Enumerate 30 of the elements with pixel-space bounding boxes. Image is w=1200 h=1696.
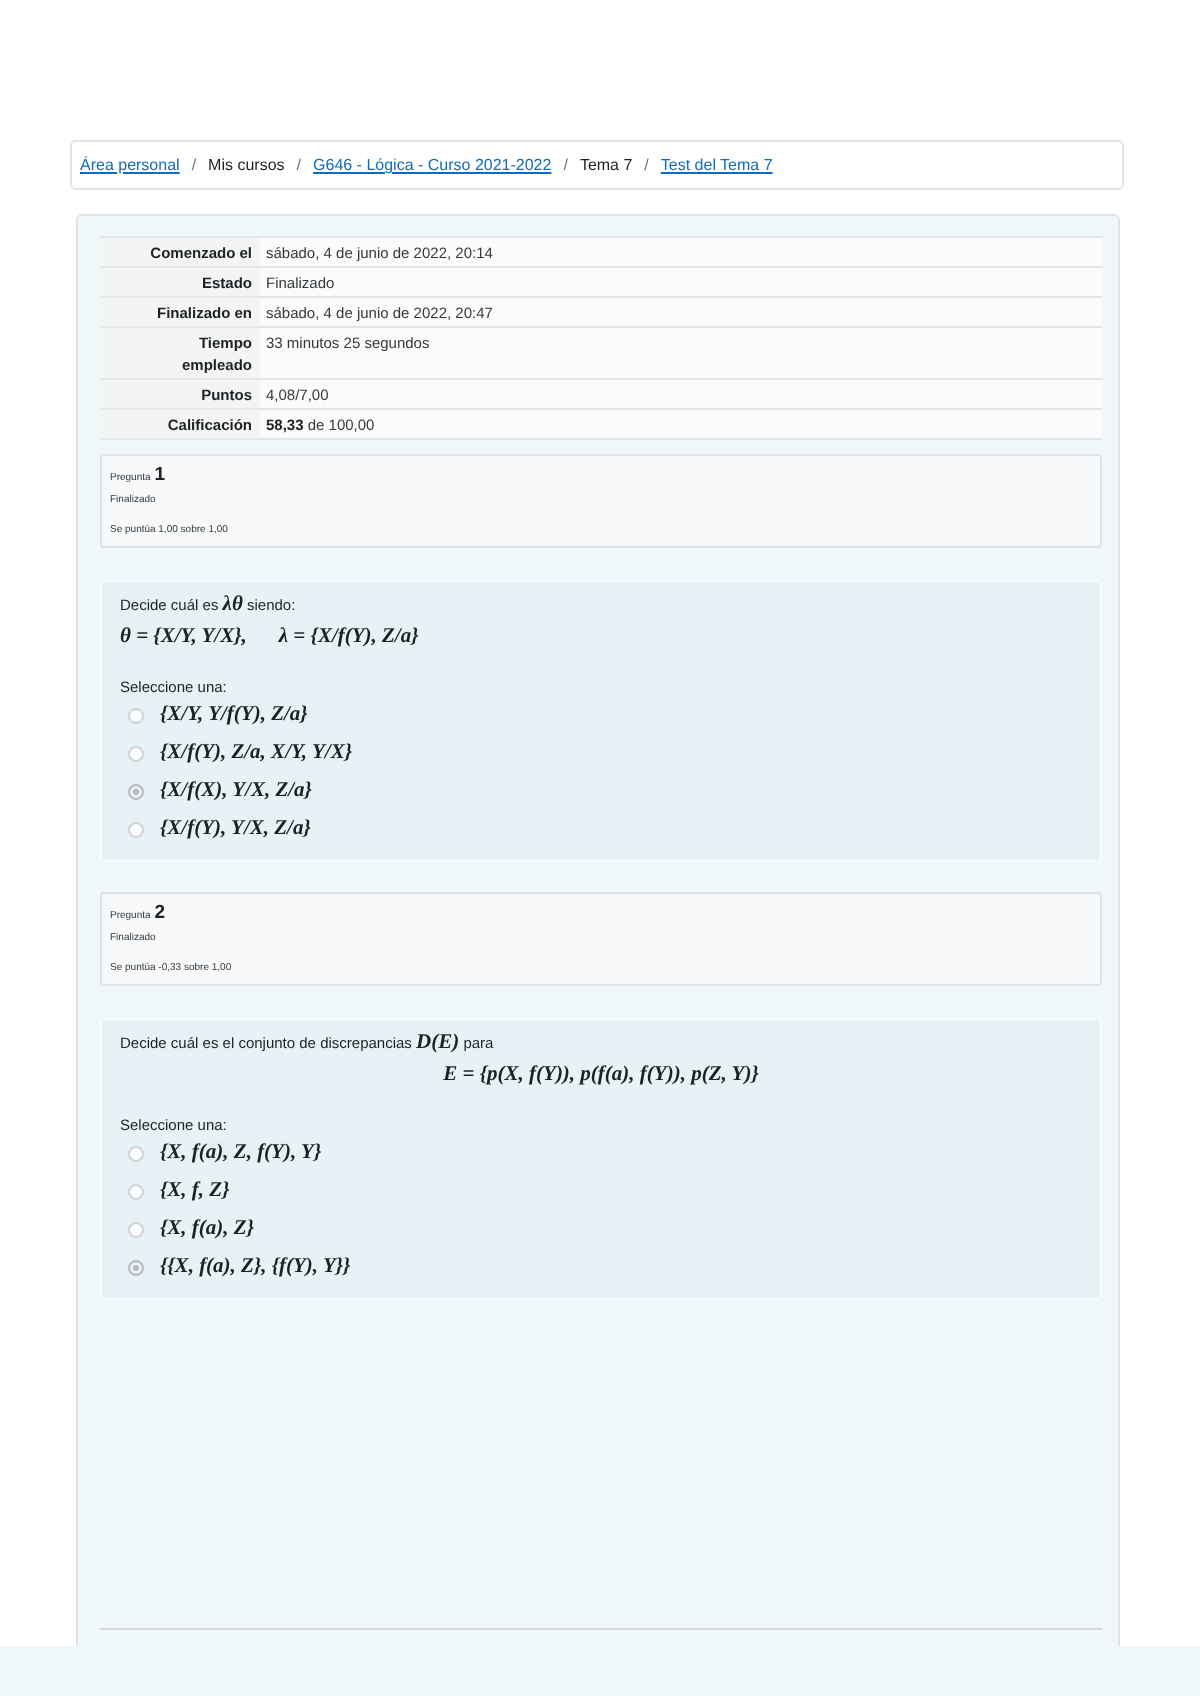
- formula: E = {p(X, f(Y)), p(f(a), f(Y)), p(Z, Y)}: [443, 1062, 759, 1090]
- formula: θ = {X/Y, Y/X},: [120, 624, 247, 652]
- radio-button[interactable]: [128, 783, 144, 799]
- radio-button[interactable]: [128, 1183, 144, 1199]
- breadcrumb-text: Tema 7: [579, 156, 633, 174]
- answer-text: {{X, f(a), Z}, {f(Y), Y}}: [160, 1253, 351, 1281]
- answer-text: {X, f(a), Z, f(Y), Y}: [160, 1139, 322, 1167]
- answer-text: {X/Y, Y/f(Y), Z/a}: [160, 701, 308, 729]
- question-number: 2: [154, 902, 166, 924]
- radio-button[interactable]: [128, 707, 144, 723]
- breadcrumb-link[interactable]: G646 - Lógica - Curso 2021-2022: [313, 156, 552, 174]
- answer-text: {X, f, Z}: [160, 1177, 230, 1205]
- radio-button[interactable]: [128, 1259, 144, 1275]
- breadcrumb-separator: /: [642, 156, 651, 174]
- question-number: 1: [154, 464, 166, 486]
- breadcrumb-separator: /: [189, 156, 199, 174]
- radio-button[interactable]: [128, 745, 144, 761]
- answer-text: {X/f(Y), Y/X, Z/a}: [160, 815, 311, 843]
- formula: λ = {X/f(Y), Z/a}: [278, 624, 419, 652]
- answer-text: {X/f(Y), Z/a, X/Y, Y/X}: [160, 739, 352, 767]
- breadcrumb-separator: /: [294, 156, 304, 174]
- breadcrumb-text: Mis cursos: [208, 156, 285, 174]
- answer-text: {X/f(X), Y/X, Z/a}: [160, 777, 312, 805]
- answer-text: {X, f(a), Z}: [160, 1215, 254, 1243]
- breadcrumb-link[interactable]: Área personal: [80, 156, 180, 174]
- radio-button[interactable]: [128, 1221, 144, 1237]
- breadcrumb-link[interactable]: Test del Tema 7: [660, 156, 773, 174]
- breadcrumb-separator: /: [561, 156, 570, 174]
- radio-button[interactable]: [128, 1145, 144, 1161]
- radio-button[interactable]: [128, 821, 144, 837]
